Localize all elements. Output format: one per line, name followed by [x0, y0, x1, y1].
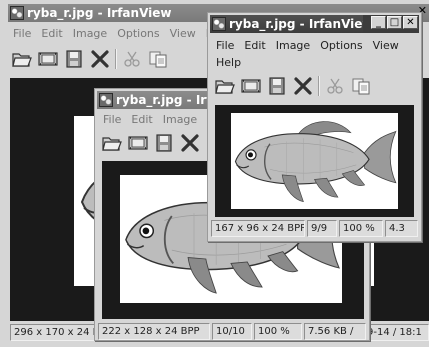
copy-icon[interactable]	[350, 76, 372, 96]
delete-icon[interactable]	[292, 76, 314, 96]
front-status-dimensions: 167 x 96 x 24 BPP	[211, 220, 305, 237]
middle-statusbar: 222 x 128 x 24 BPP 10/10 100 % 7.56 KB /	[98, 323, 366, 340]
copy-icon[interactable]	[147, 49, 169, 69]
menu-file[interactable]: File	[98, 113, 126, 126]
delete-icon[interactable]	[89, 49, 111, 69]
menu-image[interactable]: Image	[158, 113, 202, 126]
front-window-title: ryba_r.jpg - IrfanView	[229, 17, 363, 31]
menu-view[interactable]: View	[165, 27, 201, 40]
front-fish-image	[231, 113, 398, 209]
open-folder-icon[interactable]	[101, 133, 123, 153]
menu-view[interactable]: View	[368, 39, 404, 52]
front-window-titlebar[interactable]: ryba_r.jpg - IrfanView	[210, 15, 363, 33]
toolbar-separator	[318, 76, 320, 96]
middle-status-filesize: 7.56 KB /	[304, 323, 366, 340]
menu-help[interactable]: Help	[211, 56, 246, 69]
minimize-icon[interactable]: _	[371, 16, 386, 29]
middle-window-title: ryba_r.jpg - Irfa	[116, 93, 220, 107]
slideshow-icon[interactable]	[37, 49, 59, 69]
menu-edit[interactable]: Edit	[36, 27, 67, 40]
middle-status-dimensions: 222 x 128 x 24 BPP	[98, 323, 210, 340]
front-statusbar: 167 x 96 x 24 BPP 9/9 100 % 4.3	[211, 220, 418, 237]
front-window: ryba_r.jpg - IrfanView _ □ ✕ File Edit I…	[207, 12, 422, 242]
menu-edit[interactable]: Edit	[239, 39, 270, 52]
menu-file[interactable]: File	[211, 39, 239, 52]
delete-icon[interactable]	[179, 133, 201, 153]
menu-file[interactable]: File	[8, 27, 36, 40]
close-icon[interactable]: ✕	[403, 16, 418, 29]
front-status-zoom: 100 %	[339, 220, 383, 237]
back-window-title: ryba_r.jpg - IrfanView	[27, 6, 172, 20]
middle-status-zoom: 100 %	[254, 323, 302, 340]
middle-status-index: 10/10	[212, 323, 252, 340]
menu-edit[interactable]: Edit	[126, 113, 157, 126]
slideshow-icon[interactable]	[127, 133, 149, 153]
save-icon[interactable]	[153, 133, 175, 153]
front-menubar: File Edit Image Options View	[211, 37, 418, 53]
window-caption-buttons: _ □ ✕	[371, 16, 418, 29]
menu-image[interactable]: Image	[271, 39, 315, 52]
front-menubar-row2: Help	[211, 54, 418, 70]
slideshow-icon[interactable]	[240, 76, 262, 96]
menu-options[interactable]: Options	[315, 39, 367, 52]
irfanview-app-icon	[212, 17, 226, 31]
open-folder-icon[interactable]	[11, 49, 33, 69]
irfanview-app-icon	[10, 6, 24, 20]
back-status-dimensions: 296 x 170 x 24 BI	[10, 324, 98, 341]
cut-icon[interactable]	[121, 49, 143, 69]
menu-options[interactable]: Options	[112, 27, 164, 40]
menu-image[interactable]: Image	[68, 27, 112, 40]
cut-icon[interactable]	[324, 76, 346, 96]
open-folder-icon[interactable]	[214, 76, 236, 96]
front-image-viewport	[215, 105, 414, 217]
maximize-icon[interactable]: □	[387, 16, 402, 29]
back-status-date: 9-14 / 18:1	[363, 324, 429, 341]
front-toolbar	[211, 73, 418, 99]
irfanview-app-icon	[99, 93, 113, 107]
save-icon[interactable]	[266, 76, 288, 96]
front-status-index: 9/9	[307, 220, 337, 237]
save-icon[interactable]	[63, 49, 85, 69]
front-status-filesize: 4.3	[385, 220, 418, 237]
toolbar-separator	[115, 49, 117, 69]
